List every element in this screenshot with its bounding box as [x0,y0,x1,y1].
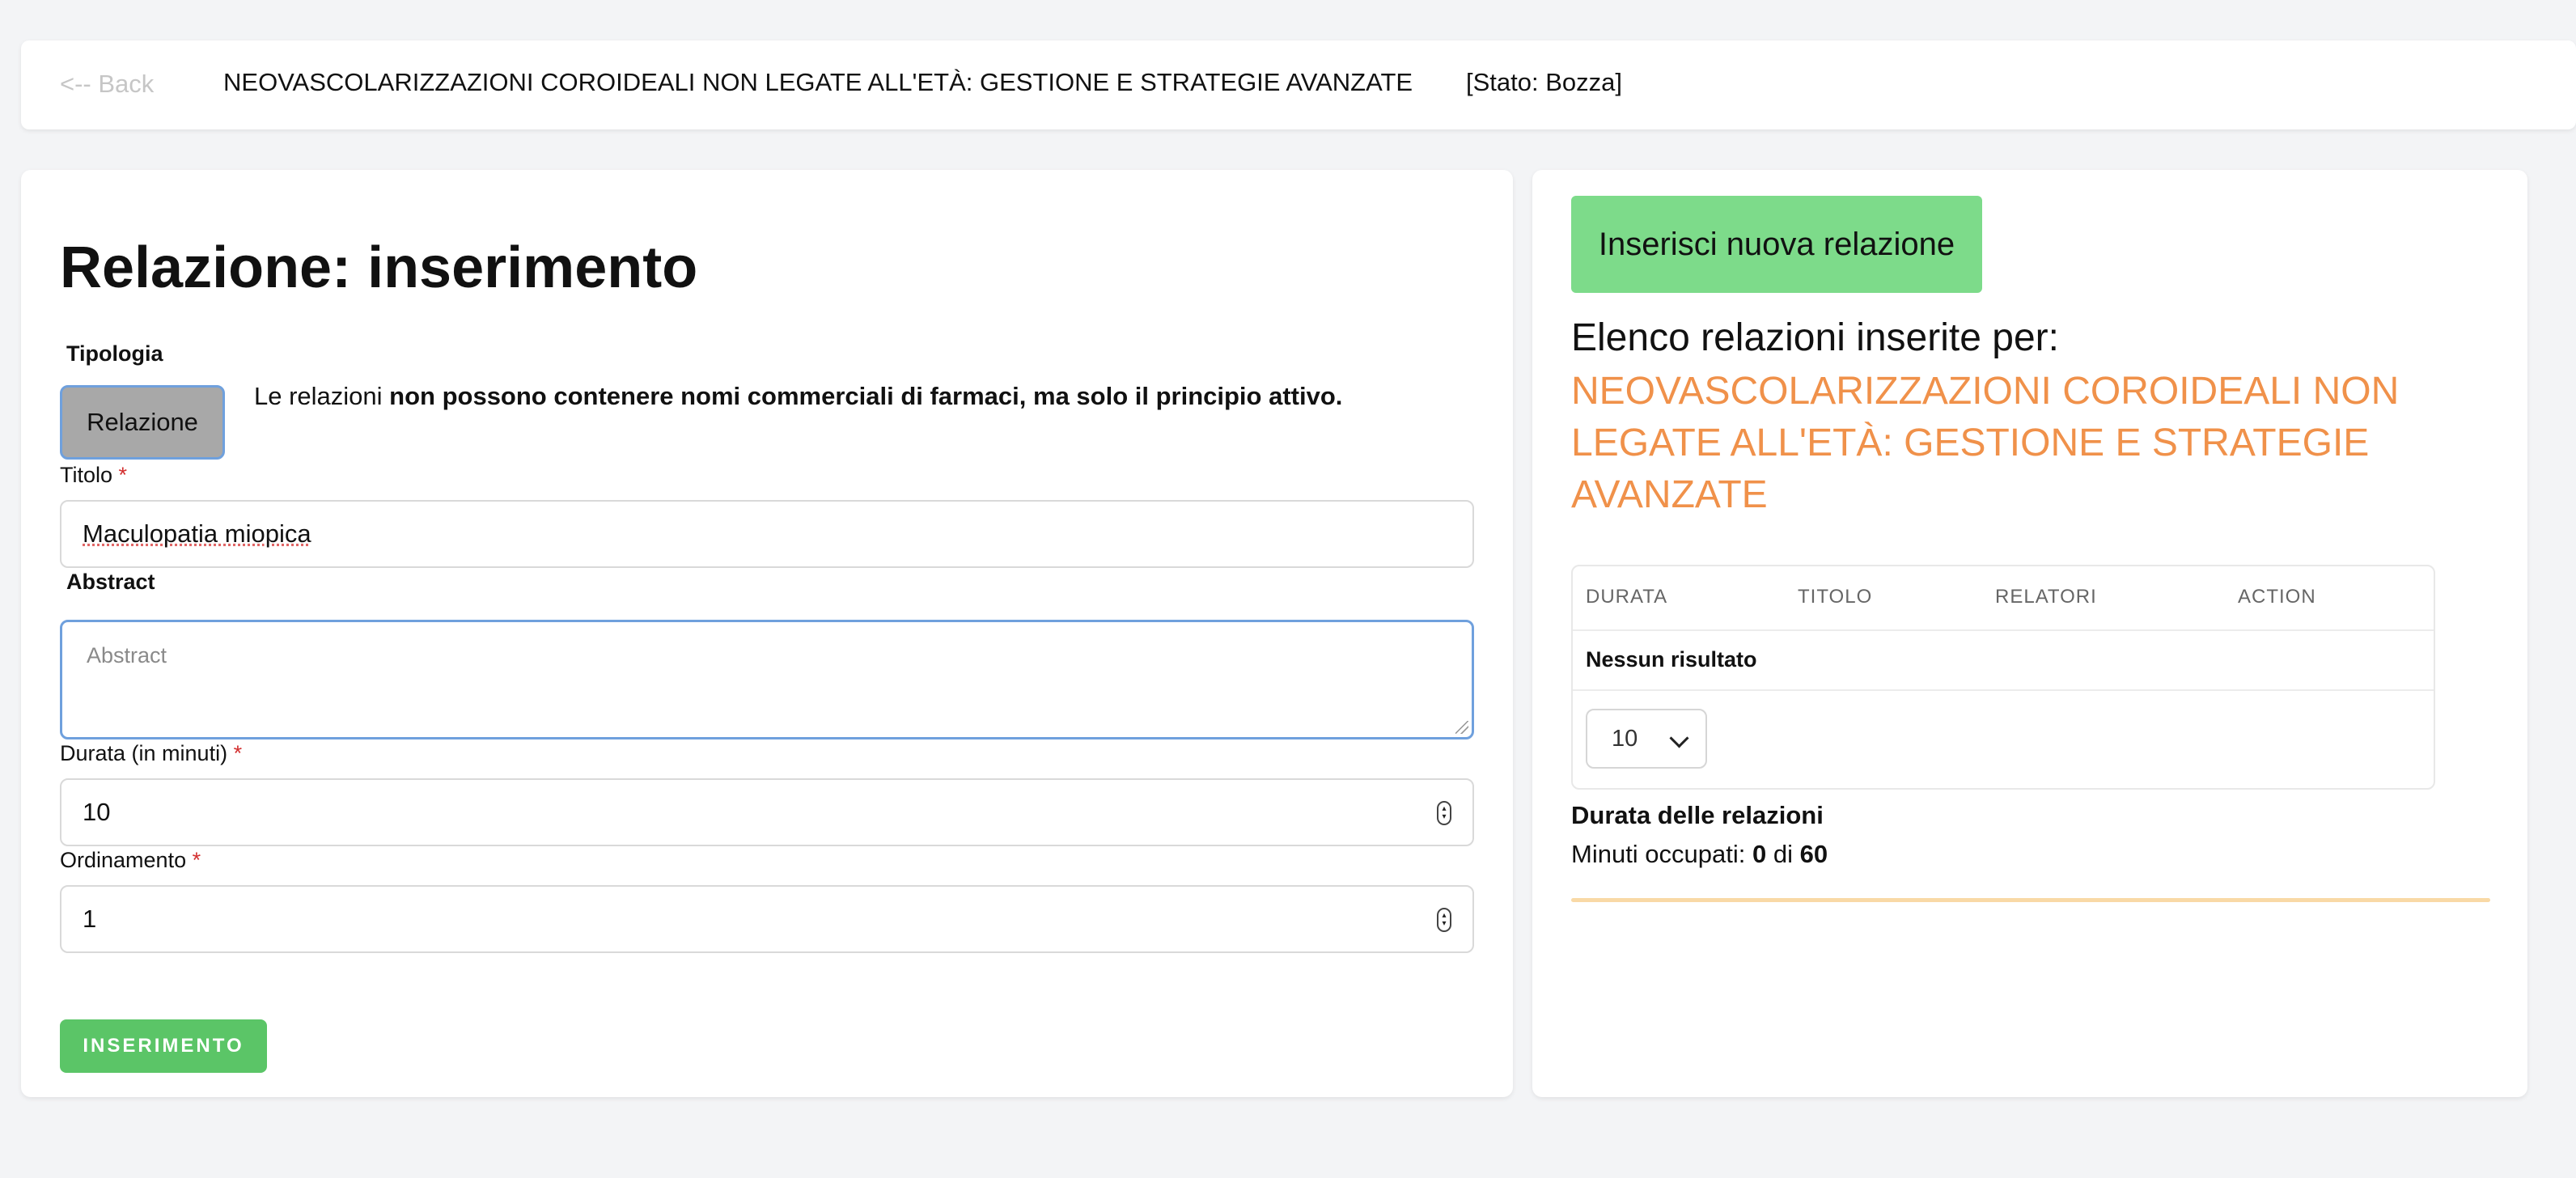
ordinamento-input[interactable]: 1 ▴ ▾ [60,885,1474,953]
duration-title: Durata delle relazioni [1571,801,1824,829]
spinner-icon[interactable]: ▴ ▾ [1437,908,1451,932]
page-title: Relazione: inserimento [60,235,698,300]
titolo-label: Titolo * [60,463,127,488]
ordinamento-value: 1 [83,905,97,933]
duration-summary: Minuti occupati: 0 di 60 [1571,840,1828,869]
tipologia-label: Tipologia [66,341,163,366]
durata-label-text: Durata (in minuti) [60,741,228,765]
tipologia-relazione-button[interactable]: Relazione [60,385,225,460]
duration-progress-bar [1571,898,2490,902]
ordinamento-label-text: Ordinamento [60,848,187,872]
chevron-down-icon [1669,728,1689,748]
titolo-value: Maculopatia miopica [83,519,311,548]
durata-value: 10 [83,798,111,826]
durata-input[interactable]: 10 ▴ ▾ [60,778,1474,846]
used-minutes: 0 [1752,840,1767,868]
of-label: di [1766,840,1800,868]
relazioni-table: DURATA TITOLO RELATORI ACTION Nessun ris… [1571,565,2435,790]
list-course-title: NEOVASCOLARIZZAZIONI COROIDEALI NON LEGA… [1571,370,2400,516]
spinner-icon[interactable]: ▴ ▾ [1437,801,1451,825]
insert-button[interactable]: INSERIMENTO [60,1019,267,1073]
column-header-titolo[interactable]: TITOLO [1798,586,1872,608]
status-badge: [Stato: Bozza] [1466,68,1622,96]
abstract-placeholder: Abstract [87,643,167,667]
titolo-label-text: Titolo [60,463,113,487]
notice-prefix: Le relazioni [254,382,390,410]
column-header-action[interactable]: ACTION [2238,586,2316,608]
notice-text: Le relazioni non possono contenere nomi … [254,382,1342,411]
top-bar: <-- Back NEOVASCOLARIZZAZIONI COROIDEALI… [21,40,2576,129]
divider [1573,629,2434,631]
column-header-relatori[interactable]: RELATORI [1995,586,2097,608]
required-mark: * [192,848,201,872]
page-size-select[interactable]: 10 [1586,709,1707,769]
divider [1573,689,2434,691]
insert-form-panel: Relazione: inserimento Tipologia Relazio… [21,170,1513,1097]
list-panel: Inserisci nuova relazione Elenco relazio… [1532,170,2527,1097]
abstract-label: Abstract [66,570,155,594]
page-size-value: 10 [1612,725,1638,752]
abstract-textarea[interactable]: Abstract [60,620,1474,739]
course-title: NEOVASCOLARIZZAZIONI COROIDEALI NON LEGA… [223,68,1413,96]
back-link[interactable]: <-- Back [60,70,154,99]
notice-bold: non possono contenere nomi commerciali d… [389,382,1343,410]
empty-message: Nessun risultato [1586,647,1757,672]
titolo-input[interactable]: Maculopatia miopica [60,500,1474,568]
durata-label: Durata (in minuti) * [60,741,242,766]
used-label: Minuti occupati: [1571,840,1752,868]
resize-handle-icon[interactable] [1455,721,1468,734]
new-relazione-button[interactable]: Inserisci nuova relazione [1571,196,1982,293]
total-minutes: 60 [1799,840,1828,868]
column-header-durata[interactable]: DURATA [1586,586,1667,608]
required-mark: * [118,463,128,487]
ordinamento-label: Ordinamento * [60,848,201,873]
list-heading: Elenco relazioni inserite per: [1571,316,2059,359]
required-mark: * [233,741,243,765]
